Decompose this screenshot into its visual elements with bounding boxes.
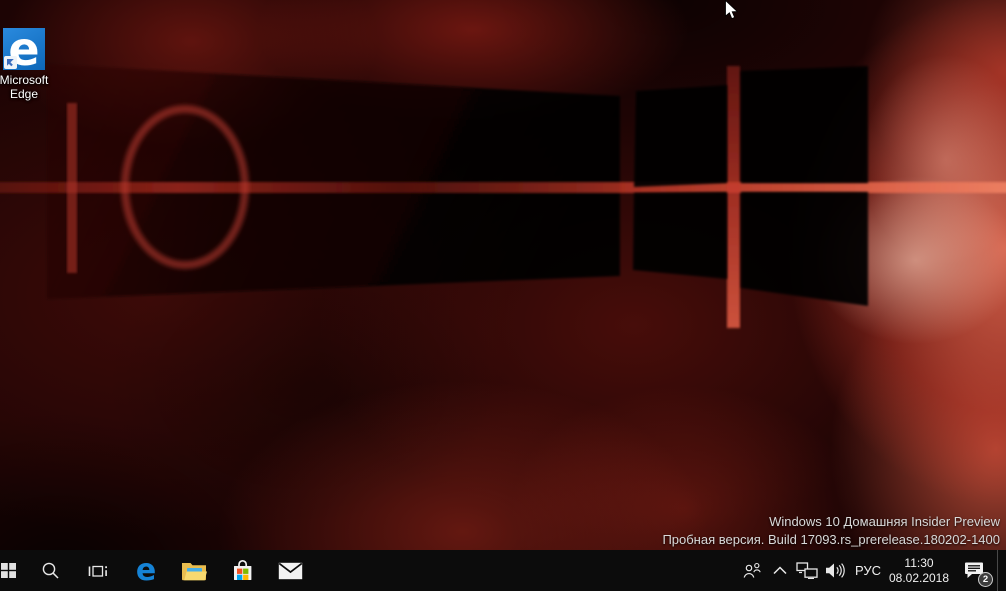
people-button[interactable] (737, 550, 767, 591)
logo-wall-pane (47, 64, 620, 299)
taskbar-left-group: e (0, 550, 314, 591)
show-desktop-button[interactable] (997, 550, 1006, 591)
file-explorer-button[interactable] (170, 550, 218, 591)
volume-button[interactable] (821, 550, 849, 591)
task-view-icon (88, 565, 107, 577)
search-icon (42, 562, 59, 579)
logo-pane-mid-top (634, 85, 727, 187)
logo-pane-mid-bottom (633, 192, 727, 279)
edge-icon: e (135, 552, 157, 588)
search-button[interactable] (26, 550, 74, 591)
insider-watermark: Windows 10 Домашняя Insider Preview Проб… (662, 513, 1000, 549)
task-view-button[interactable] (74, 550, 122, 591)
edge-tile-icon: e (3, 26, 45, 72)
ethernet-network-icon (795, 562, 818, 579)
clock-time: 11:30 (904, 555, 934, 570)
clock-date: 08.02.2018 (888, 570, 950, 585)
store-button[interactable] (218, 550, 266, 591)
clock[interactable]: 11:30 08.02.2018 (887, 550, 951, 591)
mouse-cursor (725, 0, 739, 20)
chevron-up-icon (772, 566, 787, 575)
taskbar-tray: РУС 11:30 08.02.2018 2 (737, 550, 1006, 591)
action-center-button[interactable]: 2 (951, 550, 997, 591)
ten-digit-one (67, 103, 77, 273)
logo-vertical-beam (727, 66, 740, 328)
desktop-icon-microsoft-edge[interactable]: e Microsoft Edge (0, 26, 49, 101)
wallpaper-windows-logo (0, 64, 1006, 328)
desktop: e Microsoft Edge Windows 10 Домашняя Ins… (0, 0, 1006, 591)
volume-icon (825, 563, 845, 578)
mail-icon (278, 562, 302, 579)
taskbar: e РУС 11:30 08.02.2018 2 (0, 550, 1006, 591)
network-button[interactable] (792, 550, 821, 591)
people-icon (743, 562, 761, 578)
store-icon (233, 559, 251, 580)
watermark-line1: Windows 10 Домашняя Insider Preview (769, 514, 1000, 529)
file-explorer-icon (181, 563, 207, 581)
logo-pane-right-bottom (741, 192, 868, 306)
notification-badge: 2 (978, 572, 993, 587)
mail-button[interactable] (266, 550, 314, 591)
language-indicator[interactable]: РУС (849, 550, 887, 591)
watermark-line2: Пробная версия. Build 17093.rs_prereleas… (662, 532, 1000, 547)
desktop-icon-label: Microsoft Edge (0, 73, 49, 101)
logo-horizontal-beam (0, 182, 1006, 193)
windows-logo-icon (1, 563, 16, 578)
taskbar-edge-button[interactable]: e (122, 550, 170, 591)
shortcut-arrow-icon (4, 56, 17, 69)
start-button[interactable] (0, 550, 26, 591)
logo-pane-right-top (741, 66, 868, 183)
show-hidden-icons-button[interactable] (767, 550, 792, 591)
